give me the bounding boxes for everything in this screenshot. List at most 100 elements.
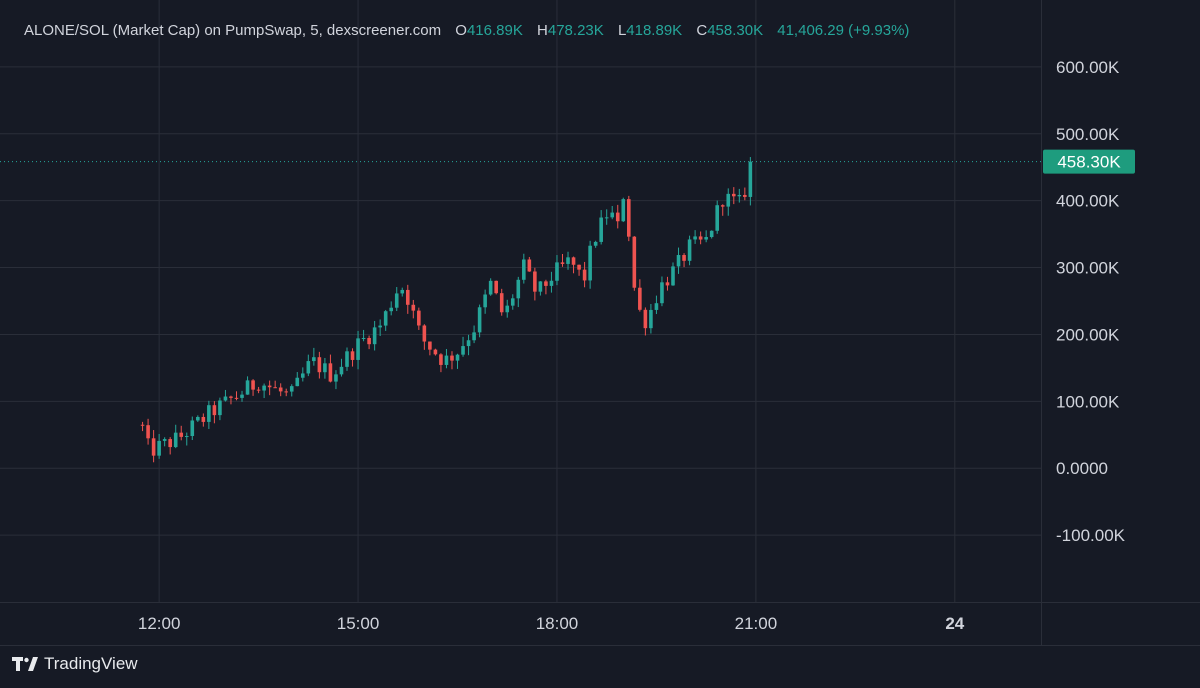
- candle-body: [704, 237, 708, 240]
- candle-body: [439, 354, 443, 365]
- candle-body: [544, 281, 548, 286]
- candle-body: [538, 281, 543, 292]
- candle-body: [737, 194, 742, 197]
- x-tick-label: 15:00: [337, 614, 380, 633]
- candle-body: [251, 380, 255, 390]
- candle-body: [405, 289, 410, 305]
- candle-body: [411, 304, 416, 311]
- candle-body: [571, 257, 576, 265]
- candlestick-chart[interactable]: -100.00K 0.0000 100.00K 200.00K 300.00K 400.0…: [0, 0, 1200, 688]
- candle-body: [201, 416, 206, 422]
- candle-body: [632, 236, 637, 288]
- candle-body: [466, 340, 471, 347]
- time-axis[interactable]: 12:00 15:00 18:00 21:00 24: [138, 614, 965, 633]
- price-axis[interactable]: -100.00K 0.0000 100.00K 200.00K 300.00K 400.0…: [1043, 58, 1135, 545]
- candle-body: [350, 351, 355, 360]
- candle-body: [450, 355, 454, 361]
- candle-body: [477, 307, 482, 333]
- candle-body: [527, 259, 532, 272]
- candle-body: [240, 394, 244, 398]
- candle-body: [300, 373, 305, 378]
- candle-body: [273, 387, 277, 389]
- candle-body: [179, 432, 184, 437]
- y-tick-label: 500.00K: [1056, 125, 1120, 144]
- candle-body: [140, 424, 145, 426]
- candle-body: [455, 354, 460, 361]
- y-tick-label: 200.00K: [1056, 325, 1120, 344]
- candle-body: [422, 325, 427, 342]
- candle-body: [295, 377, 300, 387]
- candle-body: [676, 255, 681, 267]
- candle-body: [610, 212, 615, 218]
- close-value: 458.30K: [707, 22, 764, 39]
- candle-body: [417, 310, 421, 326]
- candle-body: [720, 205, 725, 207]
- candle-body: [533, 271, 537, 292]
- candle-body: [312, 357, 316, 362]
- candle-body: [323, 363, 327, 373]
- candle-body: [267, 385, 272, 388]
- candle-body: [278, 387, 283, 392]
- candle-body: [444, 355, 449, 365]
- candle-body: [372, 327, 377, 345]
- high-label: H: [537, 22, 548, 39]
- candle-body: [615, 212, 620, 222]
- candle-body: [306, 361, 311, 374]
- candle-body: [146, 425, 150, 439]
- candles: [0, 157, 1041, 463]
- candle-body: [731, 193, 736, 197]
- y-tick-label: 300.00K: [1056, 259, 1120, 278]
- candle-body: [549, 280, 554, 286]
- open-label: O: [455, 22, 467, 39]
- candle-body: [687, 239, 692, 261]
- candle-body: [743, 194, 747, 197]
- candle-body: [394, 293, 399, 308]
- x-tick-label: 12:00: [138, 614, 181, 633]
- candle-body: [229, 396, 233, 398]
- candle-body: [522, 259, 526, 280]
- candle-body: [566, 257, 570, 264]
- candle-body: [726, 193, 731, 207]
- candle-body: [588, 245, 592, 281]
- candle-body: [582, 269, 587, 281]
- candle-body: [472, 332, 476, 341]
- candle-body: [499, 293, 504, 313]
- open-value: 416.89K: [466, 22, 523, 39]
- candle-body: [428, 341, 432, 350]
- candle-body: [483, 294, 487, 308]
- tradingview-logo[interactable]: TradingView: [12, 654, 138, 674]
- candle-body: [621, 199, 626, 222]
- candle-body: [510, 298, 515, 306]
- candle-body: [173, 432, 178, 448]
- candle-body: [560, 262, 565, 264]
- candle-body: [184, 436, 189, 438]
- candle-body: [234, 397, 239, 399]
- x-tick-label: 24: [945, 614, 964, 633]
- low-value: 418.89K: [626, 22, 683, 39]
- y-tick-label: 0.0000: [1056, 459, 1108, 478]
- candle-body: [593, 241, 598, 246]
- y-tick-label: 400.00K: [1056, 192, 1120, 211]
- chart-legend: ALONE/SOL (Market Cap) on PumpSwap, 5, d…: [24, 22, 909, 39]
- candle-body: [212, 405, 217, 416]
- candle-body: [698, 236, 703, 240]
- candle-body: [693, 236, 697, 240]
- candle-body: [284, 391, 289, 393]
- candle-body: [339, 366, 344, 375]
- candle-body: [626, 199, 631, 237]
- candle-body: [190, 420, 195, 437]
- candle-body: [317, 357, 322, 373]
- candle-body: [383, 311, 388, 326]
- candle-body: [345, 351, 349, 367]
- candle-body: [715, 205, 720, 231]
- candle-body: [461, 346, 465, 355]
- candle-body: [400, 289, 405, 294]
- candle-body: [604, 217, 609, 219]
- last-price-label: 458.30K: [1057, 153, 1121, 172]
- candle-body: [367, 337, 371, 345]
- candle-body: [748, 161, 753, 197]
- candle-body: [361, 337, 366, 339]
- change-value: 41,406.29 (+9.93%): [777, 22, 910, 39]
- y-tick-label: 100.00K: [1056, 392, 1120, 411]
- candle-body: [256, 389, 261, 391]
